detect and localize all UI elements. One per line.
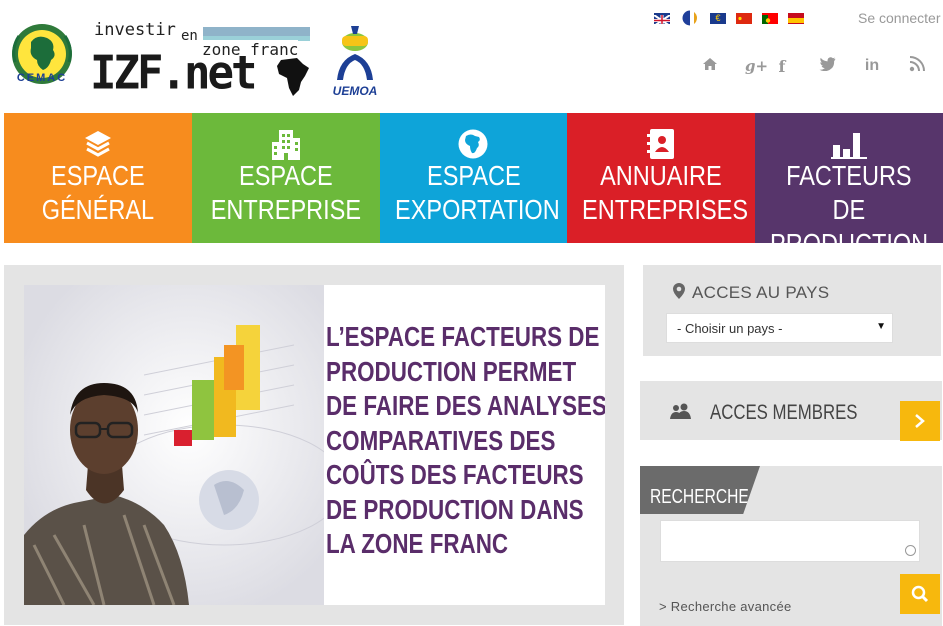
rss-icon[interactable] — [907, 55, 927, 77]
izf-decor-bar — [203, 27, 310, 36]
caret-down-icon: ▼ — [876, 321, 886, 332]
nav-tile-espace-general[interactable]: ESPACE GÉNÉRAL — [4, 113, 192, 243]
country-access-panel: ACCES AU PAYS - Choisir un pays - ▼ — [643, 265, 941, 356]
members-access-title: ACCES MEMBRES — [710, 401, 858, 424]
input-status-icon — [905, 545, 916, 556]
members-access-button[interactable] — [900, 401, 940, 441]
banner-illustration — [24, 285, 324, 605]
nav-tile-label: ESPACE GÉNÉRAL — [19, 159, 177, 227]
nav-tile-label-line: ESPACE — [51, 160, 145, 191]
members-access-panel[interactable]: ACCES MEMBRES — [640, 381, 942, 441]
home-icon[interactable] — [700, 57, 720, 76]
nav-tile-label: FACTEURS DE PRODUCTION — [770, 159, 928, 261]
search-button[interactable] — [900, 574, 940, 614]
nav-tile-espace-entreprise[interactable]: ESPACE ENTREPRISE — [191, 113, 380, 243]
banner-headline: L’ESPACE FACTEURS DE PRODUCTION PERMET D… — [326, 320, 605, 562]
nav-tile-label-line: ENTREPRISES — [582, 194, 749, 225]
main-navigation: ESPACE GÉNÉRAL ESPACE ENTREPRISE ESPACE … — [4, 113, 943, 259]
uemoa-emblem-icon — [337, 26, 373, 80]
flag-cn-icon[interactable] — [736, 12, 752, 24]
country-select-value: - Choisir un pays - — [677, 321, 783, 336]
nav-tile-label: ESPACE ENTREPRISE — [207, 159, 365, 227]
izf-tagline-investir: investir — [94, 20, 176, 40]
advanced-search-link[interactable]: > Recherche avancée — [659, 599, 792, 614]
nav-tile-label-line: ENTREPRISE — [210, 194, 361, 225]
nav-tile-facteurs-de-production[interactable]: FACTEURS DE PRODUCTION — [755, 113, 943, 259]
search-tab: RECHERCHE — [640, 466, 760, 514]
country-access-title: ACCES AU PAYS — [692, 283, 830, 302]
banner-line: COMPARATIVES DES — [326, 424, 556, 456]
nav-tile-label-line: ANNUAIRE — [600, 160, 723, 191]
flag-pt-icon[interactable] — [762, 12, 778, 24]
nav-tile-label: ESPACE EXPORTATION — [394, 159, 560, 227]
country-select[interactable]: - Choisir un pays - ▼ — [666, 313, 893, 343]
search-title: RECHERCHE — [650, 486, 749, 508]
search-input[interactable] — [660, 520, 920, 562]
map-marker-icon — [673, 283, 685, 299]
flag-en-icon[interactable] — [654, 12, 670, 24]
language-flags: € — [654, 10, 804, 26]
banner-line: DE PRODUCTION DANS — [326, 493, 584, 525]
facebook-icon[interactable]: f — [772, 57, 792, 76]
nav-tile-label-line: ESPACE — [426, 160, 521, 191]
twitter-icon[interactable] — [817, 56, 837, 76]
nav-tile-label-line: ESPACE — [238, 160, 333, 191]
flag-fr-icon[interactable] — [680, 10, 700, 26]
nav-tile-label-line: EXPORTATION — [394, 194, 560, 225]
flag-es-icon[interactable] — [788, 12, 804, 24]
africa-map-icon — [277, 58, 309, 96]
izf-tagline-en: en — [181, 28, 198, 44]
nav-tile-label: ANNUAIRE ENTREPRISES — [582, 159, 749, 227]
social-links: g+ f in — [700, 55, 927, 77]
search-icon — [911, 585, 929, 603]
cemac-label: CEMAC — [16, 72, 68, 84]
uemoa-logo[interactable]: UEMOA — [323, 20, 387, 98]
promo-banner[interactable]: L’ESPACE FACTEURS DE PRODUCTION PERMET D… — [24, 285, 605, 605]
google-plus-icon[interactable]: g+ — [745, 57, 768, 75]
banner-line: DE FAIRE DES ANALYSES — [326, 390, 605, 421]
banner-line: LA ZONE FRANC — [326, 528, 509, 559]
search-panel: RECHERCHE > Recherche avancée — [640, 466, 942, 626]
izf-wordmark: IZF.net — [90, 46, 257, 101]
users-icon — [670, 403, 691, 419]
uemoa-label: UEMOA — [332, 84, 378, 98]
nav-tile-annuaire-entreprises[interactable]: ANNUAIRE ENTREPRISES — [567, 113, 756, 243]
banner-line: COÛTS DES FACTEURS — [326, 459, 584, 490]
nav-tile-label-line: PRODUCTION — [770, 228, 929, 259]
flag-eu-icon[interactable]: € — [710, 12, 726, 24]
banner-line: PRODUCTION PERMET — [326, 355, 577, 387]
site-header: CEMAC investir en zone franc IZF.net UEM… — [0, 0, 943, 112]
nav-tile-label-line: FACTEURS DE — [786, 160, 912, 225]
chevron-right-icon — [915, 414, 925, 428]
login-link[interactable]: Se connecter — [858, 10, 941, 26]
linkedin-icon[interactable]: in — [862, 57, 882, 75]
nav-tile-espace-exportation[interactable]: ESPACE EXPORTATION — [379, 113, 568, 243]
izf-logo[interactable]: investir en zone franc IZF.net — [90, 18, 312, 101]
main-content-panel: L’ESPACE FACTEURS DE PRODUCTION PERMET D… — [4, 265, 624, 625]
layers-icon — [4, 127, 192, 161]
buildings-icon — [192, 127, 380, 161]
cemac-logo[interactable]: CEMAC — [7, 20, 77, 92]
banner-line: L’ESPACE FACTEURS DE — [326, 321, 600, 352]
address-book-icon — [567, 127, 755, 161]
nav-tile-label-line: GÉNÉRAL — [41, 194, 155, 225]
bar-chart-icon — [755, 127, 943, 161]
globe-icon — [380, 127, 568, 161]
